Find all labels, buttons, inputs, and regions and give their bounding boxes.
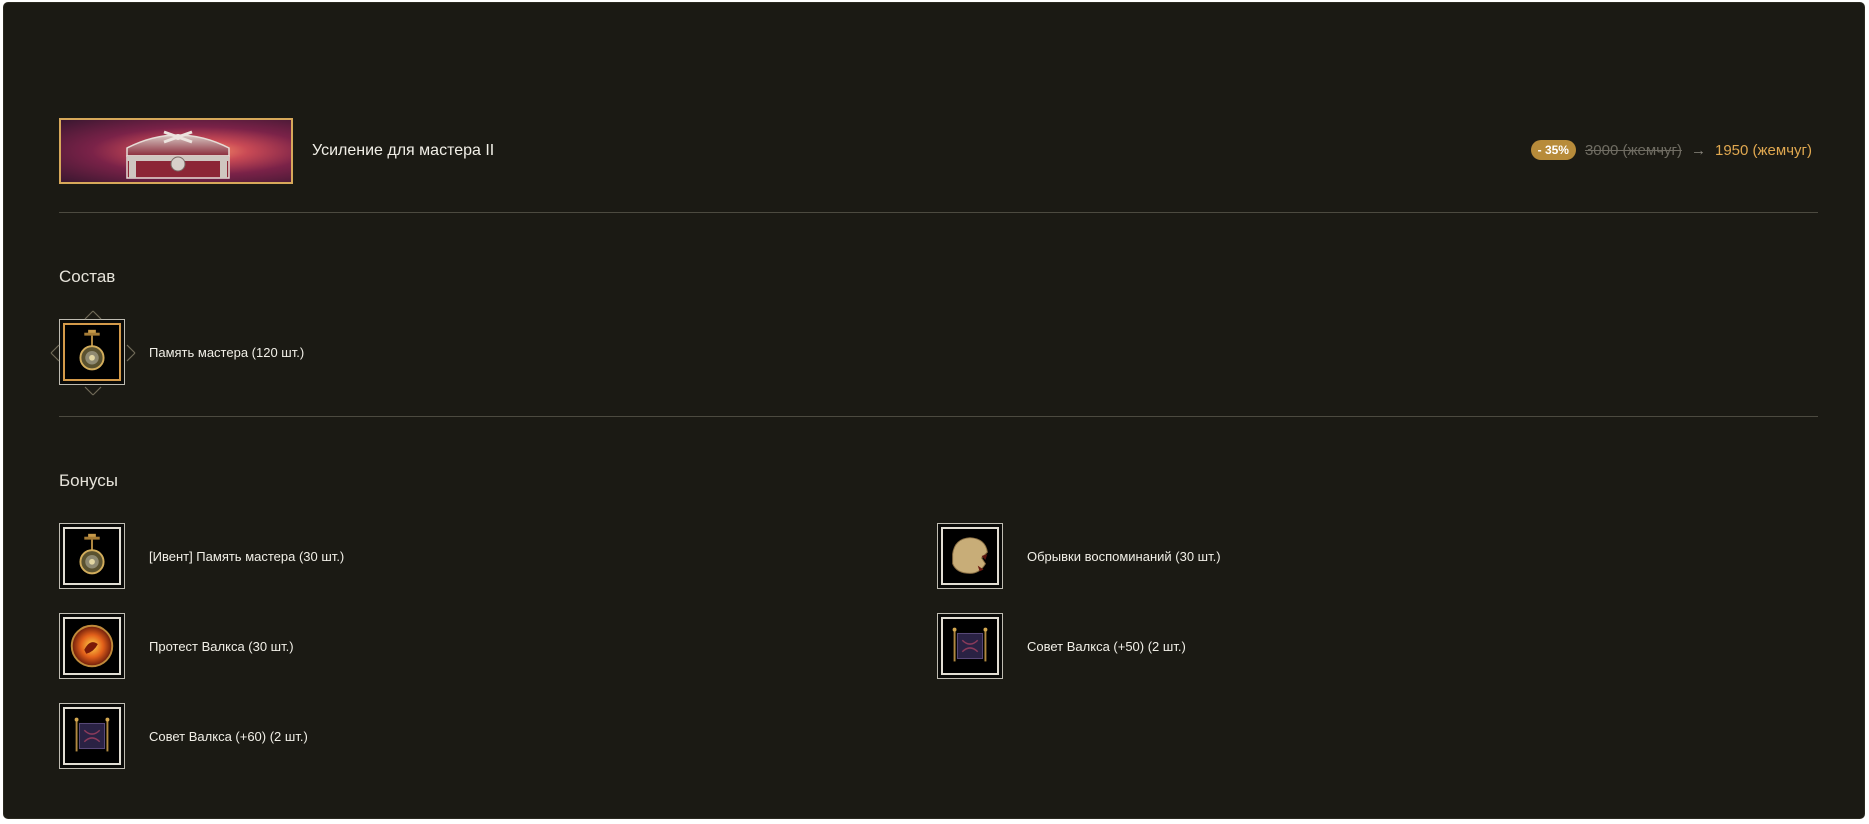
bonus-item[interactable]: Совет Валкса (+60) (2 шт.) bbox=[59, 703, 308, 769]
item-icon-frame bbox=[59, 523, 125, 589]
item-label: Протест Валкса (30 шт.) bbox=[149, 638, 294, 654]
arrow-icon: → bbox=[1690, 141, 1706, 159]
item-label: Совет Валкса (+50) (2 шт.) bbox=[1027, 638, 1186, 654]
bonus-item[interactable]: Протест Валкса (30 шт.) bbox=[59, 613, 294, 679]
pendant-icon bbox=[63, 323, 121, 381]
item-icon-frame bbox=[937, 613, 1003, 679]
item-label: Обрывки воспоминаний (30 шт.) bbox=[1027, 548, 1221, 564]
composition-title: Состав bbox=[59, 267, 116, 286]
chest-icon bbox=[126, 130, 230, 179]
item-label: [Ивент] Память мастера (30 шт.) bbox=[149, 548, 345, 564]
bonus-item[interactable]: Обрывки воспоминаний (30 шт.) bbox=[937, 523, 1221, 589]
divider bbox=[59, 212, 1818, 213]
old-price: 3000 (жемчуг) bbox=[1584, 141, 1682, 159]
package-panel: Усиление для мастера II - 35% 3000 (жемч… bbox=[3, 2, 1865, 819]
fire-orb-icon bbox=[63, 617, 121, 675]
scroll-icon bbox=[941, 617, 999, 675]
composition-item[interactable]: Память мастера (120 шт.) bbox=[50, 310, 305, 396]
product-row: Усиление для мастера II - 35% 3000 (жемч… bbox=[56, 115, 1812, 184]
item-label: Память мастера (120 шт.) bbox=[149, 344, 305, 360]
bonuses-title: Бонусы bbox=[59, 471, 119, 490]
product-title: Усиление для мастера II bbox=[312, 142, 495, 159]
bonus-item[interactable]: [Ивент] Память мастера (30 шт.) bbox=[59, 523, 344, 589]
price-info: - 35% 3000 (жемчуг) → 1950 (жемчуг) bbox=[1530, 140, 1812, 160]
divider bbox=[59, 416, 1818, 417]
pendant-icon bbox=[63, 527, 121, 585]
item-icon-frame bbox=[59, 703, 125, 769]
item-icon-frame bbox=[937, 523, 1003, 589]
bonus-item[interactable]: Совет Валкса (+50) (2 шт.) bbox=[937, 613, 1186, 679]
torn-parchment-icon bbox=[941, 527, 999, 585]
discount-badge: - 35% bbox=[1530, 140, 1576, 160]
item-icon-frame bbox=[59, 613, 125, 679]
product-thumbnail bbox=[59, 118, 293, 184]
new-price: 1950 (жемчуг) bbox=[1714, 141, 1812, 159]
scroll-icon bbox=[63, 707, 121, 765]
item-icon-frame bbox=[50, 310, 136, 396]
item-label: Совет Валкса (+60) (2 шт.) bbox=[149, 728, 308, 744]
